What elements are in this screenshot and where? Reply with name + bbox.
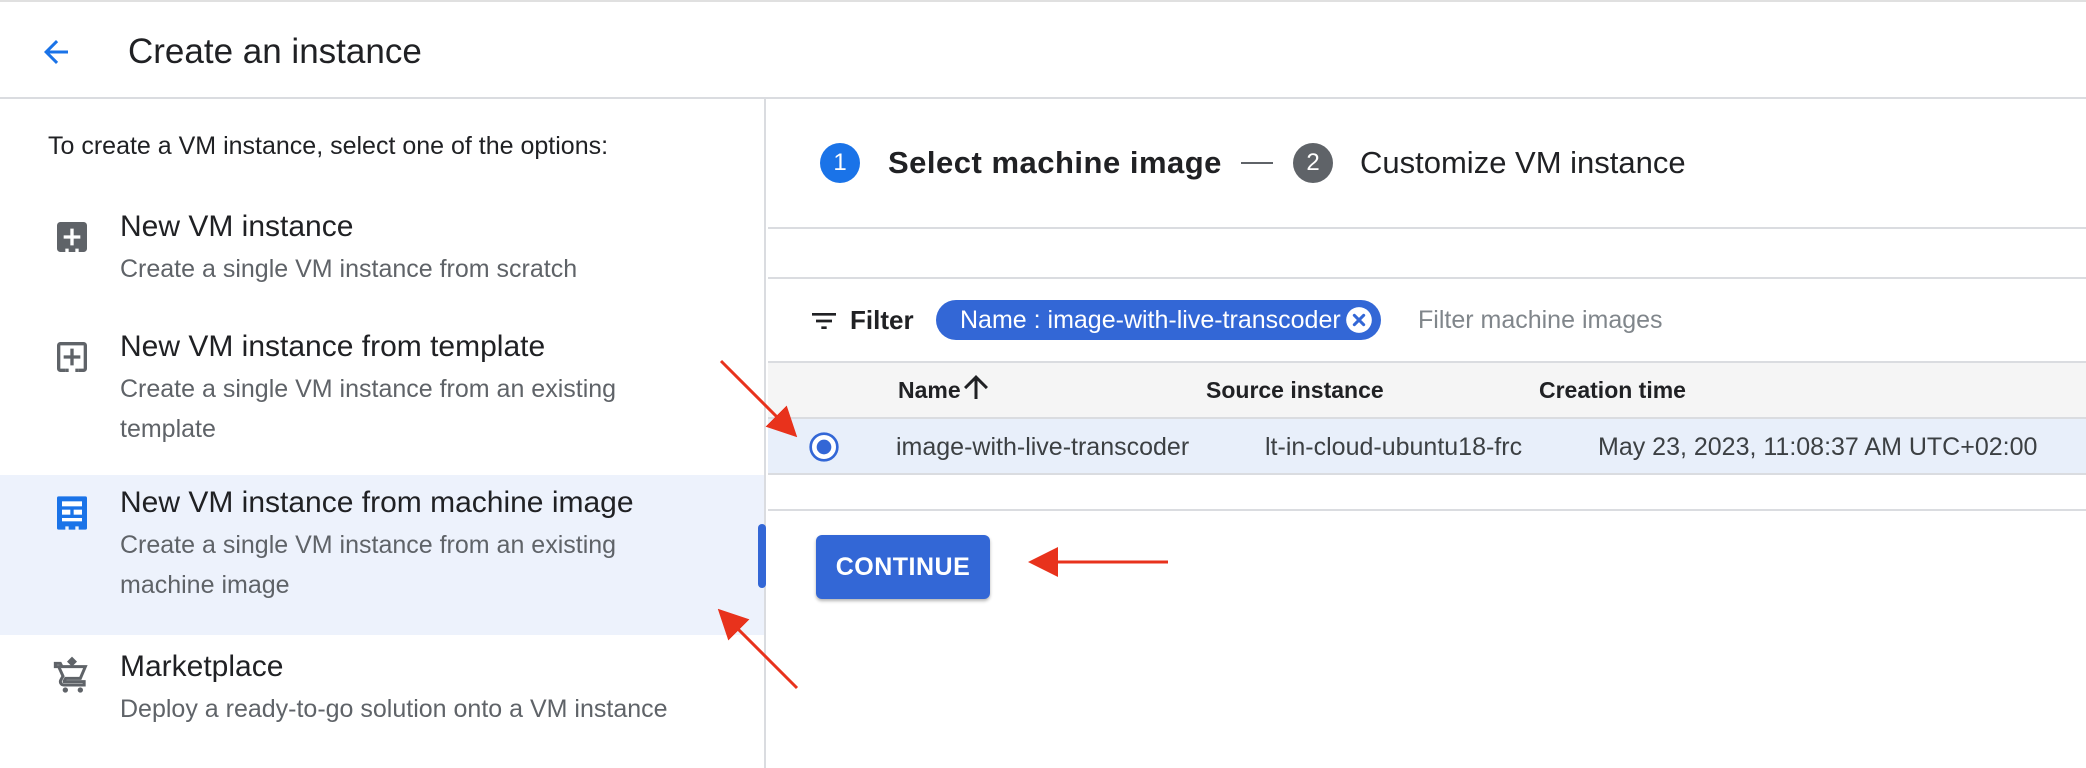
cart-icon: [53, 656, 88, 693]
header: Create an instance: [0, 0, 2086, 99]
stepper: 1 Select machine image 2 Customize VM in…: [768, 99, 2086, 229]
step-2-label: Customize VM instance: [1360, 145, 1686, 180]
option-description: Deploy a ready-to-go solution onto a VM …: [120, 695, 668, 723]
option-new-vm-instance[interactable]: New VM instance Create a single VM insta…: [0, 199, 764, 309]
arrow-upward-icon[interactable]: [958, 369, 994, 405]
back-button[interactable]: [32, 28, 80, 76]
column-header-creation-time[interactable]: Creation time: [1539, 372, 1686, 408]
step-separator: [1241, 162, 1273, 164]
step-1-label: Select machine image: [888, 145, 1222, 180]
option-new-vm-from-template[interactable]: New VM instance from template Create a s…: [0, 319, 764, 459]
option-marketplace[interactable]: Marketplace Deploy a ready-to-go solutio…: [0, 639, 764, 749]
chip-close-icon[interactable]: [1345, 306, 1373, 334]
machine-image-panel: 1 Select machine image 2 Customize VM in…: [768, 99, 2086, 768]
page-title: Create an instance: [128, 32, 422, 71]
filter-input[interactable]: [1416, 300, 2016, 340]
column-header-source-instance[interactable]: Source instance: [1206, 372, 1384, 408]
option-title: New VM instance from template: [120, 330, 546, 363]
table-header: Name Source instance Creation time: [768, 361, 2086, 419]
add-box-outline-icon: [57, 342, 87, 372]
filter-chip[interactable]: Name : image-with-live-transcoder: [936, 300, 1381, 340]
machine-image-icon: [57, 496, 87, 530]
scrollbar-thumb[interactable]: [758, 524, 766, 588]
column-header-name[interactable]: Name: [898, 372, 961, 408]
creation-options-panel: To create a VM instance, select one of t…: [0, 99, 766, 768]
step-2-number: 2: [1293, 143, 1333, 183]
option-description: Create a single VM instance from an exis…: [120, 375, 617, 443]
step-1-number: 1: [820, 143, 860, 183]
option-new-vm-from-machine-image[interactable]: New VM instance from machine image Creat…: [0, 475, 764, 635]
option-description: Create a single VM instance from scratch: [120, 255, 578, 283]
arrow-back-icon: [44, 40, 68, 64]
filter-bar: Filter Name : image-with-live-transcoder: [768, 279, 2086, 361]
add-box-icon: [57, 222, 87, 252]
intro-text: To create a VM instance, select one of t…: [48, 132, 609, 160]
filter-icon[interactable]: [808, 305, 840, 337]
cell-name: image-with-live-transcoder: [896, 433, 1190, 461]
cell-source-instance: lt-in-cloud-ubuntu18-frc: [1265, 433, 1523, 461]
continue-button[interactable]: CONTINUE: [816, 535, 990, 599]
cell-creation-time: May 23, 2023, 11:08:37 AM UTC+02:00: [1598, 433, 2038, 461]
table-row[interactable]: image-with-live-transcoder lt-in-cloud-u…: [768, 419, 2086, 475]
option-title: Marketplace: [120, 650, 284, 683]
option-description: Create a single VM instance from an exis…: [120, 531, 617, 599]
filter-chip-label: Name : image-with-live-transcoder: [960, 306, 1341, 334]
radio-button-selected[interactable]: [808, 431, 840, 463]
divider: [768, 509, 2086, 511]
option-title: New VM instance from machine image: [120, 486, 634, 519]
option-title: New VM instance: [120, 210, 354, 243]
filter-label[interactable]: Filter: [850, 301, 914, 339]
